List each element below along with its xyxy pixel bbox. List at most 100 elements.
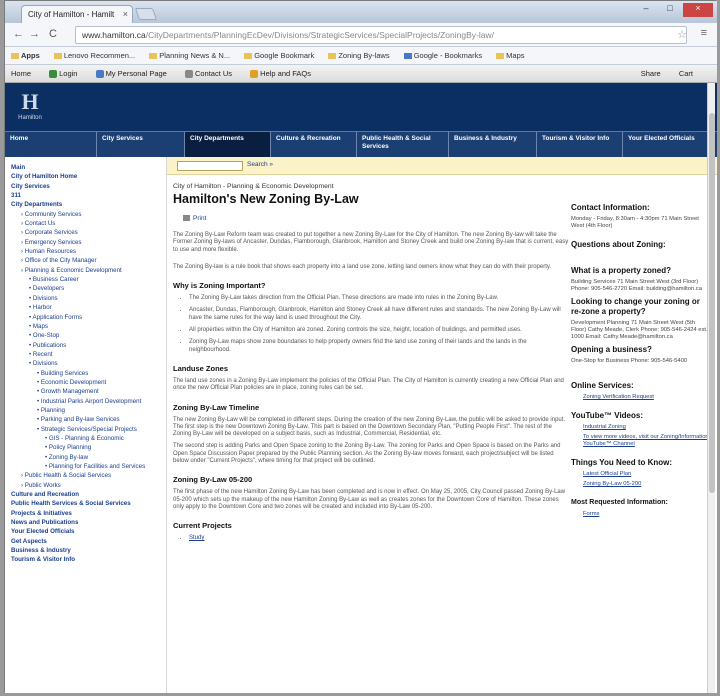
- sidebar-item[interactable]: Tourism & Visitor Info: [11, 555, 166, 564]
- scrollbar-thumb[interactable]: [709, 113, 715, 493]
- sidebar-item[interactable]: Your Elected Officials: [11, 527, 166, 536]
- sidebar-item[interactable]: • Parking and By-law Services: [11, 415, 166, 424]
- nav-elected-officials[interactable]: Your Elected Officials: [623, 132, 717, 157]
- sidebar-item[interactable]: Projects & Initiatives: [11, 509, 166, 518]
- sidebar-item[interactable]: › Community Services: [11, 210, 166, 219]
- youtube-channel-link[interactable]: To view more videos, visit our Zoning/In…: [571, 434, 709, 448]
- title-bar: City of Hamilton - Hamilt × – □ ×: [5, 1, 717, 23]
- bookmark-item[interactable]: Google Bookmark: [244, 51, 314, 60]
- industrial-zoning-link[interactable]: Industrial Zoning: [571, 424, 709, 431]
- sidebar-item[interactable]: Get Aspects: [11, 537, 166, 546]
- bookmark-item[interactable]: Zoning By-laws: [328, 51, 390, 60]
- url-path: /CityDepartments/PlanningEcDev/Divisions…: [145, 30, 494, 40]
- sidebar-item[interactable]: • Policy Planning: [11, 443, 166, 452]
- share-button[interactable]: Share: [641, 69, 661, 78]
- bylaw-paragraph: The first phase of the new Hamilton Zoni…: [173, 489, 566, 510]
- toolbar-home[interactable]: Home: [11, 69, 31, 78]
- sidebar-item[interactable]: • Economic Development: [11, 378, 166, 387]
- sidebar-item[interactable]: • One-Stop: [11, 331, 166, 340]
- nav-city-services[interactable]: City Services: [97, 132, 185, 157]
- url-input[interactable]: www.hamilton.ca/CityDepartments/Planning…: [75, 26, 687, 44]
- url-host: www.hamilton.ca: [82, 30, 146, 40]
- bookmark-item[interactable]: Apps: [11, 51, 40, 60]
- sidebar-item[interactable]: • Zoning By-law: [11, 453, 166, 462]
- browser-menu-icon[interactable]: ≡: [701, 27, 707, 39]
- sidebar-item[interactable]: City Departments: [11, 200, 166, 209]
- nav-culture-recreation[interactable]: Culture & Recreation: [271, 132, 357, 157]
- sidebar-item[interactable]: News and Publications: [11, 518, 166, 527]
- sidebar-item[interactable]: Culture and Recreation: [11, 490, 166, 499]
- sidebar-item[interactable]: • Developers: [11, 284, 166, 293]
- sidebar-item[interactable]: • Maps: [11, 322, 166, 331]
- bookmark-star-icon[interactable]: ☆: [677, 28, 687, 41]
- toolbar-contact[interactable]: Contact Us: [184, 69, 232, 79]
- nav-business-industry[interactable]: Business & Industry: [449, 132, 537, 157]
- sidebar-item[interactable]: • Building Services: [11, 369, 166, 378]
- reload-button[interactable]: C: [49, 28, 57, 40]
- bylaw-05-200-link[interactable]: Zoning By-Law 05-200: [571, 481, 709, 488]
- sidebar-item[interactable]: • Harbor: [11, 303, 166, 312]
- study-link[interactable]: Study: [189, 535, 204, 541]
- sidebar-item[interactable]: • Business Career: [11, 275, 166, 284]
- sidebar-item[interactable]: City Services: [11, 182, 166, 191]
- contact-heading: Contact Information:: [571, 203, 650, 212]
- section-heading-why: Why is Zoning Important?: [173, 281, 266, 291]
- sidebar-item[interactable]: • Strategic Services/Special Projects: [11, 425, 166, 434]
- toolbar-login[interactable]: Login: [49, 69, 77, 79]
- section-heading-landuse: Landuse Zones: [173, 363, 229, 373]
- toolbar-personal-page[interactable]: My Personal Page: [95, 69, 167, 79]
- search-button[interactable]: Search »: [247, 161, 273, 168]
- sidebar-item[interactable]: • Application Forms: [11, 313, 166, 322]
- tab-close-icon[interactable]: ×: [123, 9, 128, 19]
- nav-public-health[interactable]: Public Health & Social Services: [357, 132, 449, 157]
- bookmark-item[interactable]: Lenovo Recommen...: [53, 51, 135, 60]
- sidebar-item[interactable]: • Industrial Parks Airport Development: [11, 397, 166, 406]
- sidebar-item[interactable]: › Human Resources: [11, 247, 166, 256]
- zoning-verification-link[interactable]: Zoning Verification Request: [571, 394, 709, 401]
- forms-link[interactable]: Forms: [571, 511, 709, 518]
- sidebar-item[interactable]: 311: [11, 191, 166, 200]
- close-window-button[interactable]: ×: [683, 3, 713, 17]
- sidebar-item[interactable]: • Divisions: [11, 359, 166, 368]
- new-tab-button[interactable]: [134, 8, 158, 20]
- folder-icon: [149, 53, 158, 60]
- bookmark-item[interactable]: Google - Bookmarks: [403, 51, 482, 60]
- business-heading: Opening a business?: [571, 345, 652, 354]
- sidebar-item[interactable]: › Office of the City Manager: [11, 256, 166, 265]
- sidebar-item[interactable]: Public Health Services & Social Services: [11, 499, 166, 508]
- forward-button[interactable]: →: [29, 28, 40, 40]
- sidebar-item[interactable]: › Public Works: [11, 481, 166, 490]
- sidebar-item[interactable]: • Recent: [11, 350, 166, 359]
- sidebar-item[interactable]: • Planning for Facilities and Services: [11, 462, 166, 471]
- sidebar-item[interactable]: Business & Industry: [11, 546, 166, 555]
- nav-tourism[interactable]: Tourism & Visitor Info: [537, 132, 623, 157]
- sidebar-item[interactable]: City of Hamilton Home: [11, 172, 166, 181]
- site-search-input[interactable]: [177, 161, 243, 171]
- hamilton-logo[interactable]: H Hamilton: [17, 91, 43, 125]
- browser-tab[interactable]: City of Hamilton - Hamilt ×: [21, 5, 133, 23]
- sidebar-item[interactable]: • Growth Management: [11, 387, 166, 396]
- toolbar-help[interactable]: Help and FAQs: [250, 69, 311, 79]
- sidebar-item[interactable]: • Planning: [11, 406, 166, 415]
- sidebar-item[interactable]: › Public Health & Social Services: [11, 471, 166, 480]
- nav-home[interactable]: Home: [5, 132, 97, 157]
- sidebar-item[interactable]: Main: [11, 163, 166, 172]
- sidebar-item[interactable]: › Corporate Services: [11, 228, 166, 237]
- official-plan-link[interactable]: Latest Official Plan: [571, 471, 709, 478]
- nav-city-departments[interactable]: City Departments: [185, 132, 271, 157]
- sidebar-item[interactable]: • GIS - Planning & Economic: [11, 434, 166, 443]
- sidebar-item[interactable]: › Contact Us: [11, 219, 166, 228]
- bookmark-item[interactable]: Planning News & N...: [149, 51, 230, 60]
- sidebar-item[interactable]: › Planning & Economic Development: [11, 266, 166, 275]
- cart-button[interactable]: Cart: [679, 69, 693, 78]
- print-link[interactable]: Print: [183, 215, 569, 222]
- sidebar-item[interactable]: › Emergency Services: [11, 238, 166, 247]
- sidebar-item[interactable]: • Divisions: [11, 294, 166, 303]
- minimize-button[interactable]: –: [635, 3, 657, 17]
- toolbar-right: Share Cart: [641, 69, 709, 78]
- back-button[interactable]: ←: [13, 28, 24, 40]
- page-scrollbar[interactable]: [707, 83, 715, 693]
- sidebar-item[interactable]: • Publications: [11, 341, 166, 350]
- maximize-button[interactable]: □: [659, 3, 681, 17]
- bookmark-item[interactable]: Maps: [496, 51, 525, 60]
